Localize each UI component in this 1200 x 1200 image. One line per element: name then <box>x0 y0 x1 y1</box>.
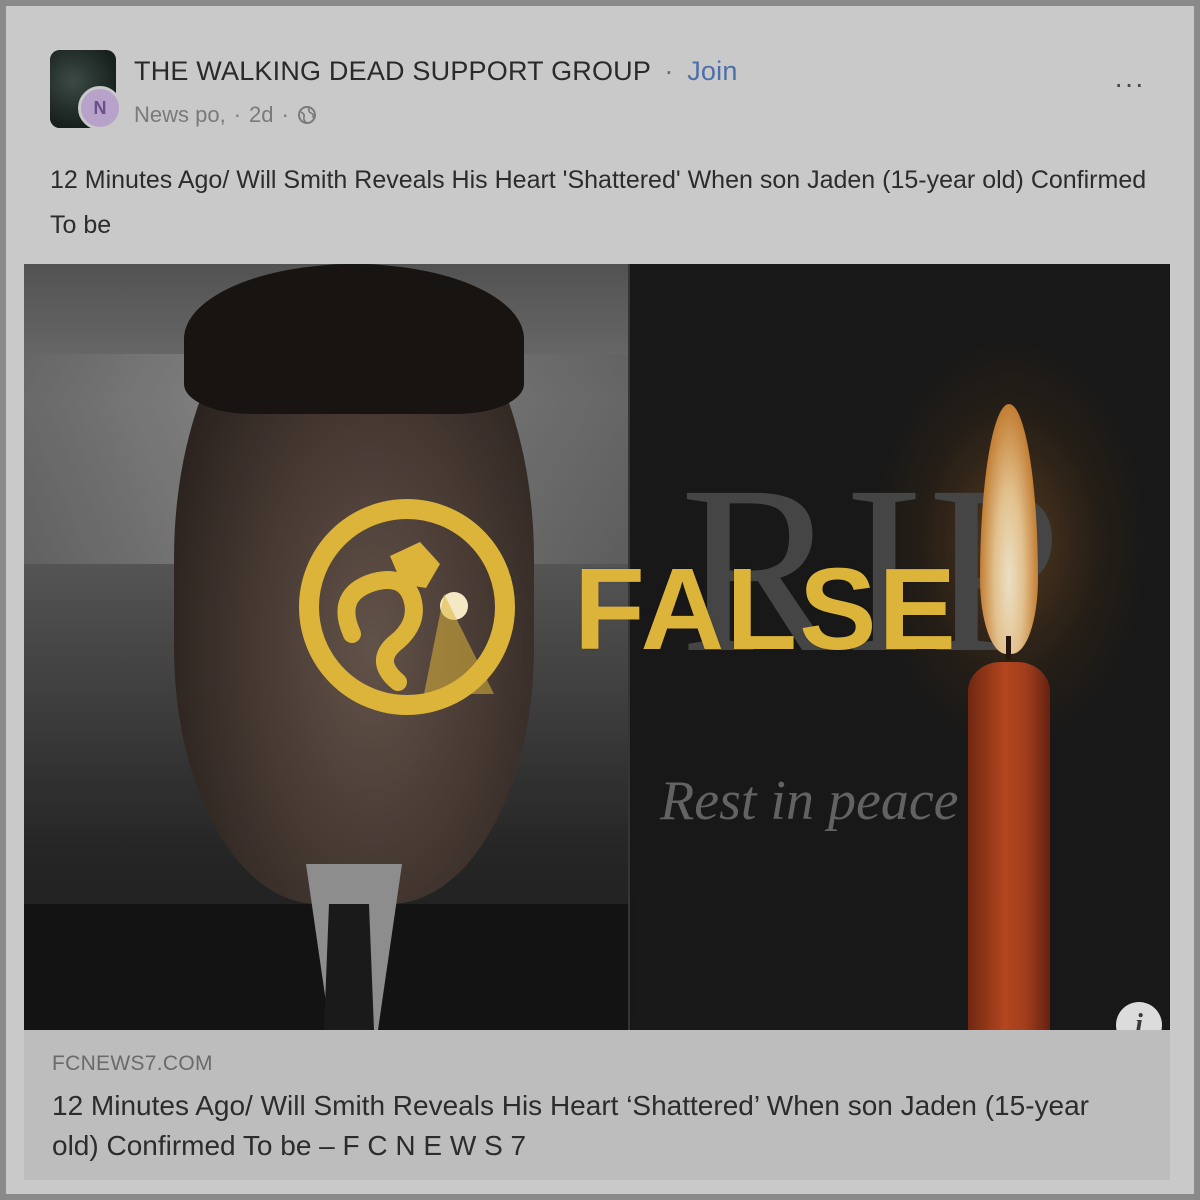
post-text: 12 Minutes Ago/ Will Smith Reveals His H… <box>50 166 1147 239</box>
screenshot-frame: N THE WALKING DEAD SUPPORT GROUP · Join … <box>6 6 1194 1194</box>
meta-separator-2: · <box>281 102 289 127</box>
user-initial: N <box>93 97 107 118</box>
facebook-post: N THE WALKING DEAD SUPPORT GROUP · Join … <box>6 6 1194 1194</box>
false-rating-label: FALSE <box>574 544 958 674</box>
group-header: THE WALKING DEAD SUPPORT GROUP · Join <box>134 56 738 87</box>
factcheck-logo-icon <box>299 499 515 715</box>
link-title[interactable]: 12 Minutes Ago/ Will Smith Reveals His H… <box>52 1086 1132 1166</box>
separator: · <box>664 56 674 86</box>
link-preview[interactable]: FCNEWS7.COM 12 Minutes Ago/ Will Smith R… <box>24 1030 1170 1180</box>
author-name[interactable]: News po, <box>134 102 226 128</box>
group-name-link[interactable]: THE WALKING DEAD SUPPORT GROUP <box>134 56 651 86</box>
link-domain: FCNEWS7.COM <box>52 1052 213 1075</box>
more-options-icon[interactable]: ··· <box>1114 68 1145 100</box>
user-avatar[interactable]: N <box>78 86 122 130</box>
timestamp[interactable]: 2d <box>249 102 273 128</box>
post-meta: News po, · 2d · <box>134 102 317 128</box>
meta-separator: · <box>233 102 242 127</box>
join-button[interactable]: Join <box>687 56 737 86</box>
globe-icon <box>297 106 316 124</box>
